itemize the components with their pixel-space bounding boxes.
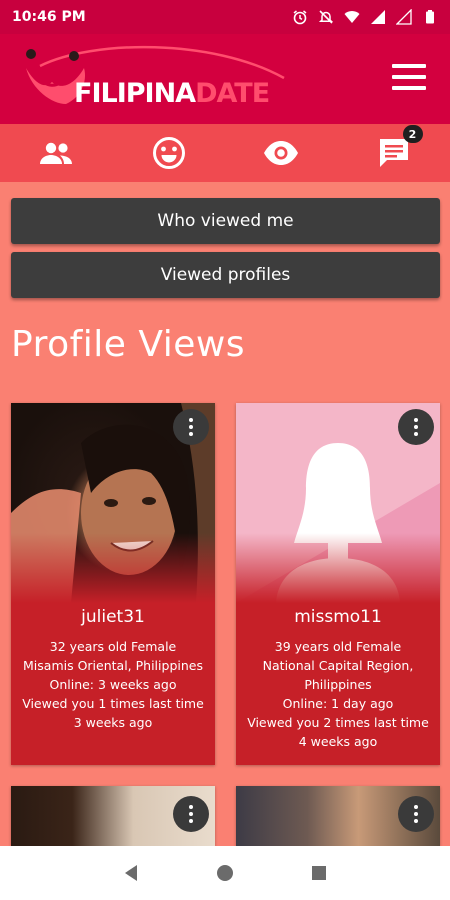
more-options-icon[interactable] [173,409,209,445]
profile-photo-placeholder[interactable] [236,403,440,603]
status-time: 10:46 PM [12,9,86,25]
more-options-icon[interactable] [398,409,434,445]
tab-members[interactable] [0,124,113,182]
logo-text-pink: DATE [195,78,270,109]
profile-photo[interactable] [11,403,215,603]
more-options-icon[interactable] [398,796,434,832]
profile-view-count: Viewed you 1 times last time [22,696,204,711]
profile-username[interactable]: missmo11 [236,607,440,627]
signal-icon [370,9,386,25]
eye-icon [264,141,299,165]
back-icon[interactable] [119,861,143,885]
profile-view-count: Viewed you 2 times last time [247,715,429,730]
app-bar: FILIPINADATE [0,34,450,124]
profile-view-time: 3 weeks ago [73,715,153,730]
hamburger-menu-icon[interactable] [392,64,426,90]
profile-location-country: Philippines [304,677,372,692]
profile-online-status: Online: 1 day ago [282,696,394,711]
filipinadate-logo[interactable]: FILIPINADATE [22,42,292,114]
tab-views[interactable] [225,124,338,182]
signal-empty-icon [396,9,412,25]
page-title: Profile Views [11,324,246,365]
alarm-icon [292,9,308,25]
tab-smiles[interactable] [113,124,226,182]
wifi-icon [344,9,360,25]
notifications-off-icon [318,9,334,25]
profile-location: National Capital Region, [262,658,414,673]
tab-bar: 2 [0,124,450,182]
status-bar: 10:46 PM [0,0,450,34]
profile-age-gender: 32 years old Female [49,639,177,654]
profile-card[interactable] [11,786,215,846]
smiley-icon [152,137,185,169]
home-icon[interactable] [213,861,237,885]
tab-messages[interactable]: 2 [338,124,450,182]
recents-icon[interactable] [307,861,331,885]
battery-icon [422,9,438,25]
profile-online-status: Online: 3 weeks ago [49,677,177,692]
status-icons [292,9,438,25]
profile-username[interactable]: juliet31 [11,607,215,627]
profile-info: 39 years old Female National Capital Reg… [236,637,440,751]
profile-card[interactable] [236,786,440,846]
profile-info: 32 years old Female Misamis Oriental, Ph… [11,637,215,732]
more-options-icon[interactable] [173,796,209,832]
profile-view-time: 4 weeks ago [298,734,378,749]
profile-card[interactable]: missmo11 39 years old Female National Ca… [236,403,440,765]
profile-card[interactable]: juliet31 32 years old Female Misamis Ori… [11,403,215,765]
people-icon [40,142,73,164]
viewed-profiles-button[interactable]: Viewed profiles [11,252,440,298]
logo-text-white: FILIPINA [74,78,196,109]
who-viewed-me-button[interactable]: Who viewed me [11,198,440,244]
messages-count-badge: 2 [402,125,423,143]
profile-age-gender: 39 years old Female [274,639,402,654]
logo-text: FILIPINADATE [74,78,270,109]
profile-location: Misamis Oriental, Philippines [23,658,203,673]
system-nav-bar [0,846,450,900]
